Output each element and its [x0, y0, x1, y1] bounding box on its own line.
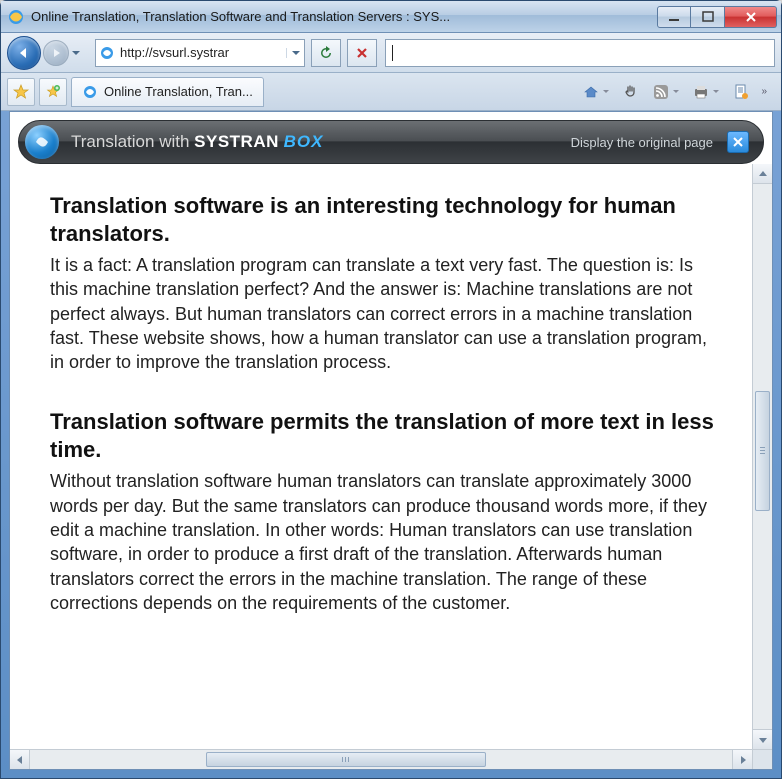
tab-site-icon [82, 84, 98, 100]
display-original-link[interactable]: Display the original page [571, 135, 713, 150]
command-bar: » [577, 79, 775, 105]
favorites-button[interactable] [7, 78, 35, 106]
recent-pages-dropdown[interactable] [69, 46, 83, 60]
window-buttons [657, 6, 777, 28]
tab-active[interactable]: Online Translation, Tran... [71, 77, 264, 107]
systran-close-button[interactable] [727, 131, 749, 153]
tab-label: Online Translation, Tran... [104, 84, 253, 99]
back-button[interactable] [7, 36, 41, 70]
url-text: http://svsurl.systrar [118, 45, 286, 60]
systran-toolbar: Translation with SYSTRAN BOX Display the… [18, 120, 764, 164]
add-favorites-button[interactable] [39, 78, 67, 106]
minimize-button[interactable] [657, 6, 691, 28]
search-input[interactable] [385, 39, 775, 67]
scroll-thumb[interactable] [755, 391, 770, 511]
paragraph-1: It is a fact: A translation program can … [50, 253, 722, 374]
feeds-button[interactable] [647, 79, 685, 105]
scroll-up-button[interactable] [753, 164, 772, 184]
horizontal-scrollbar[interactable] [10, 749, 772, 769]
forward-button[interactable] [43, 40, 69, 66]
hand-tool-button[interactable] [617, 79, 645, 105]
heading-1: Translation software is an interesting t… [50, 192, 722, 247]
paragraph-2: Without translation software human trans… [50, 469, 722, 615]
print-button[interactable] [687, 79, 725, 105]
scroll-left-button[interactable] [10, 750, 30, 769]
toolbar-overflow[interactable]: » [757, 86, 771, 97]
chevron-down-icon [712, 88, 720, 96]
content-area: Translation with SYSTRAN BOX Display the… [9, 111, 773, 770]
heading-2: Translation software permits the transla… [50, 408, 722, 463]
scroll-track[interactable] [30, 750, 732, 769]
page-viewport: Translation software is an interesting t… [10, 164, 772, 749]
nav-arrows [7, 36, 83, 70]
refresh-button[interactable] [311, 39, 341, 67]
home-button[interactable] [577, 79, 615, 105]
nav-bar: http://svsurl.systrar [1, 33, 781, 73]
scroll-down-button[interactable] [753, 729, 772, 749]
systran-logo-icon [25, 125, 59, 159]
scroll-right-button[interactable] [732, 750, 752, 769]
browser-window: Online Translation, Translation Software… [0, 0, 782, 779]
scroll-corner [752, 750, 772, 769]
stop-button[interactable] [347, 39, 377, 67]
systran-brand-text: Translation with SYSTRAN BOX [71, 132, 323, 152]
vertical-scrollbar[interactable] [752, 164, 772, 749]
site-icon [96, 45, 118, 61]
page-button[interactable] [727, 79, 755, 105]
address-dropdown[interactable] [286, 48, 304, 58]
chevron-down-icon [672, 88, 680, 96]
close-button[interactable] [725, 6, 777, 28]
page-body: Translation software is an interesting t… [10, 164, 752, 749]
address-bar[interactable]: http://svsurl.systrar [95, 39, 305, 67]
tab-bar: Online Translation, Tran... » [1, 73, 781, 111]
text-cursor [392, 45, 393, 61]
scroll-thumb[interactable] [206, 752, 486, 767]
scroll-track[interactable] [753, 184, 772, 729]
ie-logo-icon [7, 8, 25, 26]
chevron-down-icon [602, 88, 610, 96]
maximize-button[interactable] [691, 6, 725, 28]
titlebar: Online Translation, Translation Software… [1, 1, 781, 33]
window-title: Online Translation, Translation Software… [31, 9, 657, 24]
